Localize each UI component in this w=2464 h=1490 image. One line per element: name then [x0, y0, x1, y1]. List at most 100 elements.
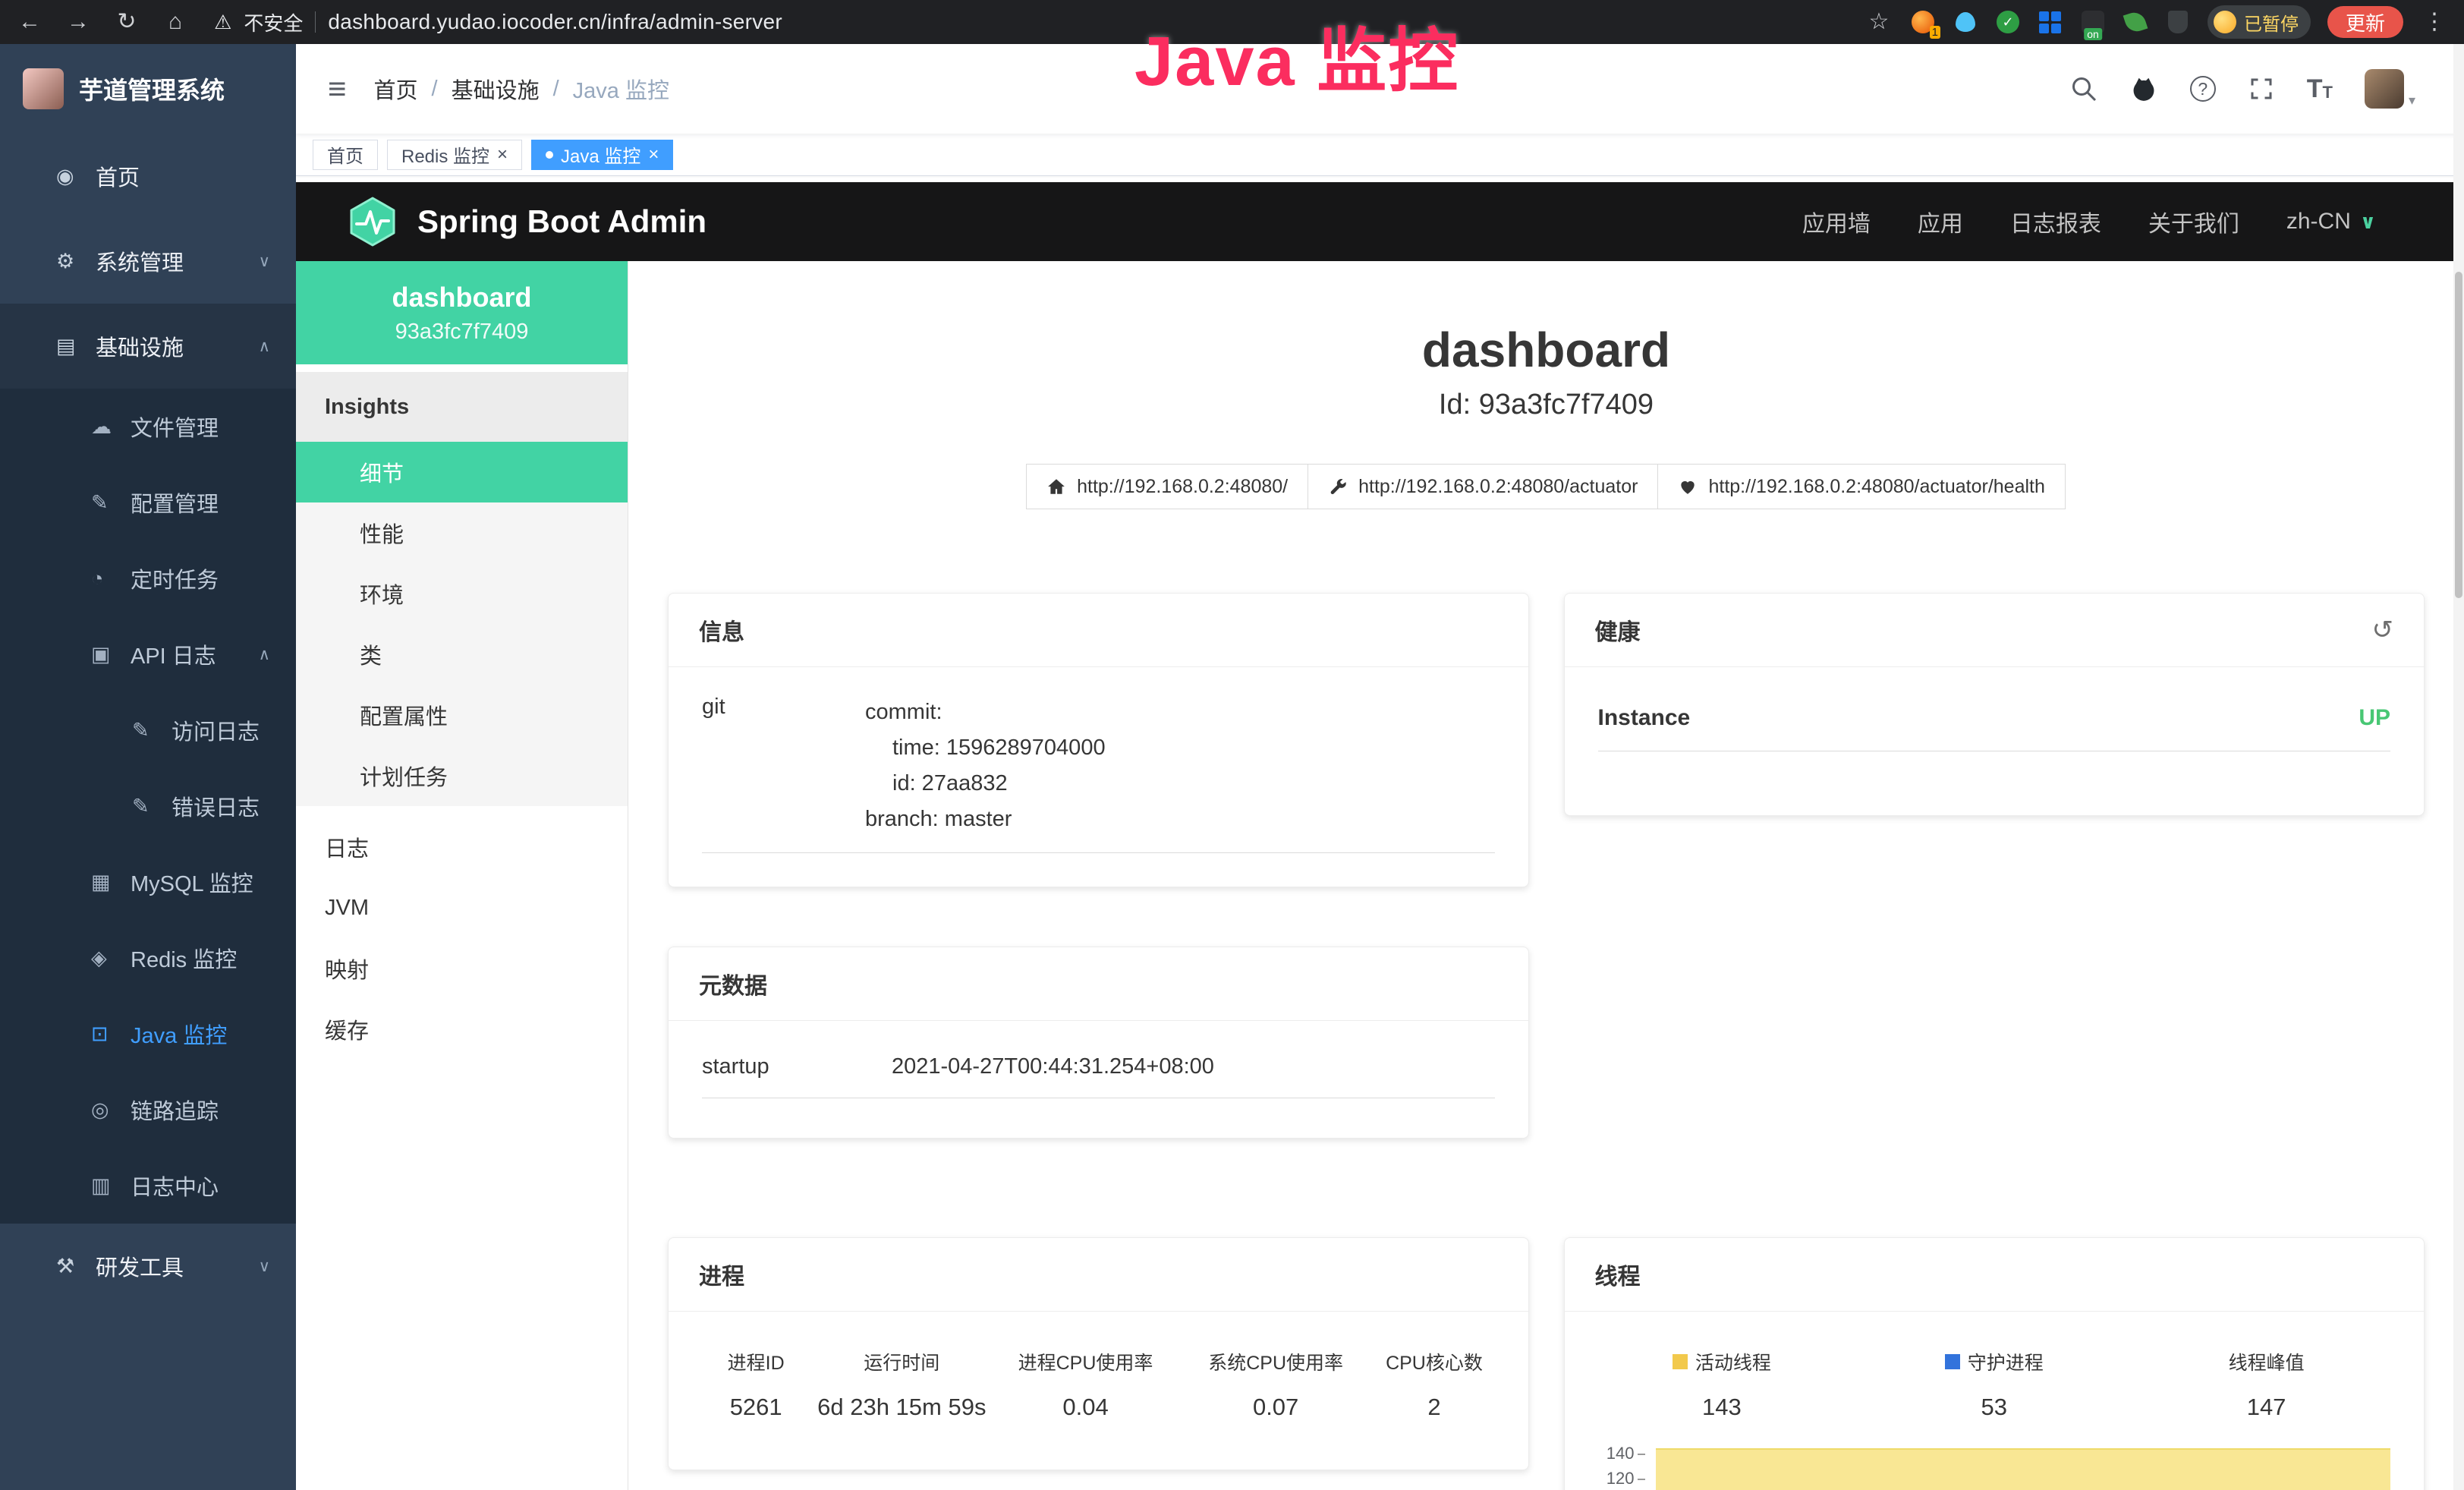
sba-navbar: Spring Boot Admin 应用墙 应用 日志报表 关于我们 zh-CN… — [296, 182, 2464, 261]
browser-home-icon[interactable]: ⌂ — [161, 0, 190, 44]
extension-switch-icon[interactable]: on — [2080, 9, 2106, 35]
divider — [315, 11, 316, 33]
legend-daemon-threads: 守护进程 — [1858, 1348, 2130, 1375]
github-icon[interactable] — [2129, 74, 2158, 103]
sidebar-item-error-logs[interactable]: ✎ 错误日志 — [0, 768, 296, 844]
back-icon[interactable]: ← — [15, 0, 44, 44]
search-icon[interactable] — [2070, 75, 2097, 102]
spacer — [296, 176, 2464, 182]
service-url-link[interactable]: http://192.168.0.2:48080/ — [1026, 464, 1308, 509]
breadcrumb-home[interactable]: 首页 — [374, 73, 418, 105]
browser-update-button[interactable]: 更新 — [2327, 6, 2403, 38]
sba-item-caches[interactable]: 缓存 — [296, 999, 628, 1060]
sba-selected-application[interactable]: dashboard 93a3fc7f7409 — [296, 261, 628, 364]
main-column: ≡ 首页 / 基础设施 / Java 监控 ? — [296, 44, 2464, 1490]
sba-root-items: 日志 JVM 映射 缓存 — [296, 817, 628, 1060]
live-threads-area-series — [1656, 1448, 2391, 1490]
avatar — [2365, 69, 2404, 109]
address-bar[interactable]: ⚠ 不安全 dashboard.yudao.iocoder.cn/infra/a… — [214, 8, 1845, 36]
sidebar-item-home[interactable]: ◉ 首页 — [0, 134, 296, 219]
sba-item-mappings[interactable]: 映射 — [296, 938, 628, 999]
tab-java-monitor[interactable]: Java 监控 × — [531, 140, 673, 170]
git-info-row: git commit: time: 1596289704000 id: 27aa… — [702, 695, 1495, 853]
sba-item-details[interactable]: 细节 — [296, 442, 628, 502]
sidebar-item-infrastructure[interactable]: ▤ 基础设施 ∧ — [0, 304, 296, 389]
startup-row: startup 2021-04-27T00:44:31.254+08:00 — [702, 1054, 1495, 1098]
sidebar-item-system-mgmt[interactable]: ⚙ 系统管理 ∨ — [0, 219, 296, 304]
close-icon[interactable]: × — [648, 146, 659, 164]
sba-item-jvm[interactable]: JVM — [296, 877, 628, 938]
legend-label-text: 活动线程 — [1695, 1348, 1771, 1375]
bookmark-star-icon[interactable]: ☆ — [1865, 0, 1893, 44]
paused-label: 已暂停 — [2244, 9, 2299, 36]
sidebar-item-mysql-monitor[interactable]: ▦ MySQL 监控 — [0, 844, 296, 920]
sidebar-item-label: 基础设施 — [96, 330, 184, 362]
val-pid: 5261 — [699, 1394, 813, 1421]
sidebar-item-access-logs[interactable]: ✎ 访问日志 — [0, 692, 296, 768]
app-logo[interactable]: 芋道管理系统 — [0, 44, 296, 134]
extension-check-icon[interactable]: ✓ — [1995, 9, 2021, 35]
sidebar-item-java-monitor[interactable]: ⊡ Java 监控 — [0, 996, 296, 1072]
sidebar-item-api-logs[interactable]: ▣ API 日志 ∧ — [0, 616, 296, 692]
extension-fox-icon[interactable]: 1 — [1910, 9, 1936, 35]
sba-brand[interactable]: Spring Boot Admin — [348, 197, 706, 247]
sba-item-config-props[interactable]: 配置属性 — [296, 685, 628, 745]
tab-home[interactable]: 首页 — [313, 140, 378, 170]
sba-item-scheduled-tasks[interactable]: 计划任务 — [296, 745, 628, 806]
browser-menu-icon[interactable]: ⋮ — [2420, 0, 2449, 44]
sidebar-item-redis-monitor[interactable]: ◈ Redis 监控 — [0, 920, 296, 996]
sidebar-item-file-mgmt[interactable]: ☁ 文件管理 — [0, 389, 296, 465]
dashboard-icon: ◉ — [56, 165, 90, 188]
sidebar-item-tracing[interactable]: ◎ 链路追踪 — [0, 1072, 296, 1148]
profile-paused-badge[interactable]: 已暂停 — [2208, 5, 2311, 39]
history-icon[interactable]: ↺ — [2372, 617, 2394, 643]
breadcrumb-infrastructure[interactable]: 基础设施 — [452, 73, 540, 105]
help-icon[interactable]: ? — [2190, 76, 2216, 102]
git-branch-line: branch: master — [865, 802, 1495, 837]
tab-redis-monitor[interactable]: Redis 监控 × — [387, 140, 522, 170]
leaf-icon — [2123, 10, 2148, 35]
scrollbar-track[interactable] — [2453, 44, 2464, 1490]
chevron-up-icon: ∧ — [259, 337, 270, 356]
on-badge: on — [2084, 28, 2102, 40]
extension-leaf-icon[interactable] — [2123, 9, 2148, 35]
col-process-cpu: 进程CPU使用率 — [990, 1348, 1181, 1375]
extension-drop-icon[interactable] — [1953, 9, 1978, 35]
grid-icon — [2039, 11, 2061, 33]
scrollbar-thumb[interactable] — [2455, 272, 2462, 598]
monitor-icon: ⊡ — [91, 1022, 124, 1046]
instance-label: Instance — [1598, 705, 1691, 731]
sidebar-item-label: Redis 监控 — [131, 942, 237, 974]
user-avatar[interactable]: ▾ — [2365, 69, 2415, 109]
sba-item-performance[interactable]: 性能 — [296, 502, 628, 563]
sidebar-item-config-mgmt[interactable]: ✎ 配置管理 — [0, 465, 296, 540]
sba-body: dashboard 93a3fc7f7409 Insights 细节 性能 环境… — [296, 261, 2464, 1490]
extension-pin-icon[interactable] — [2165, 9, 2191, 35]
service-url-text: http://192.168.0.2:48080/ — [1077, 476, 1288, 498]
language-selector[interactable]: zh-CN ∨ — [2286, 209, 2376, 235]
tab-label: 首页 — [327, 141, 363, 168]
health-url-text: http://192.168.0.2:48080/actuator/health — [1708, 476, 2044, 498]
sba-item-classes[interactable]: 类 — [296, 624, 628, 685]
hamburger-icon[interactable]: ≡ — [328, 73, 347, 105]
close-icon[interactable]: × — [497, 146, 508, 164]
extension-grid-icon[interactable] — [2038, 9, 2063, 35]
sba-nav-applications[interactable]: 应用 — [1918, 205, 1963, 238]
sba-nav-about[interactable]: 关于我们 — [2148, 205, 2239, 238]
reload-icon[interactable]: ↻ — [112, 0, 141, 44]
sba-nav-wallboard[interactable]: 应用墙 — [1802, 205, 1871, 238]
info-card-title: 信息 — [699, 613, 744, 647]
sidebar-item-scheduled-jobs[interactable]: ◔ 定时任务 — [0, 540, 296, 616]
sba-item-environment[interactable]: 环境 — [296, 563, 628, 624]
health-url-link[interactable]: http://192.168.0.2:48080/actuator/health — [1657, 464, 2065, 509]
actuator-url-link[interactable]: http://192.168.0.2:48080/actuator — [1308, 464, 1658, 509]
sba-item-logs[interactable]: 日志 — [296, 817, 628, 877]
instance-links: http://192.168.0.2:48080/ http://192.168… — [668, 464, 2425, 509]
sidebar-item-dev-tools[interactable]: ⚒ 研发工具 ∨ — [0, 1224, 296, 1309]
sba-nav-journal[interactable]: 日志报表 — [2010, 205, 2101, 238]
font-size-icon[interactable]: T T — [2307, 76, 2333, 102]
fullscreen-icon[interactable] — [2248, 75, 2275, 102]
forward-icon[interactable]: → — [64, 0, 93, 44]
legend-label-text: 守护进程 — [1968, 1348, 2044, 1375]
sidebar-item-log-center[interactable]: ▥ 日志中心 — [0, 1148, 296, 1224]
